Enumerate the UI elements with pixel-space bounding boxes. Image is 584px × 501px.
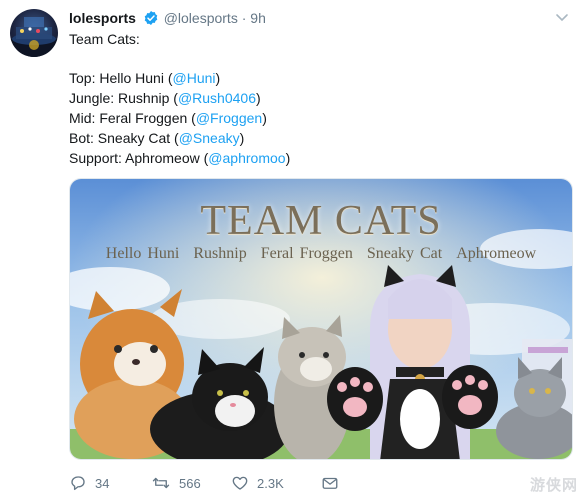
roster-line-support: Support: Aphromeow (@aphromoo) <box>69 149 290 167</box>
roster-close: ) <box>256 90 261 106</box>
media-name: Sneaky Cat <box>366 245 443 262</box>
verified-badge-icon <box>143 10 159 29</box>
roster-close: ) <box>239 130 245 146</box>
tweet-media-image[interactable]: TEAM CATS Hello Huni Rushnip Feral Frogg… <box>69 178 573 460</box>
roster-role: Top: Hello Huni ( <box>69 70 173 86</box>
tweet-timestamp[interactable]: 9h <box>250 10 266 26</box>
mention-link[interactable]: @Rush0406 <box>178 90 256 106</box>
roster-role: Jungle: Rushnip ( <box>69 90 178 106</box>
roster-close: ) <box>262 110 267 126</box>
roster-close: ) <box>215 70 221 86</box>
roster-line-jungle: Jungle: Rushnip (@Rush0406) <box>69 89 261 107</box>
roster-role: Mid: Feral Froggen ( <box>69 110 196 126</box>
retweet-icon <box>152 477 170 489</box>
tweet-actions: 34 566 2.3K <box>69 472 573 494</box>
author-handle[interactable]: @lolesports <box>164 10 238 26</box>
mention-link[interactable]: @Sneaky <box>179 130 240 146</box>
roster-line-bot: Bot: Sneaky Cat (@Sneaky) <box>69 129 244 147</box>
roster-role: Support: Aphromeow ( <box>69 150 209 166</box>
reply-count: 34 <box>95 475 110 491</box>
avatar[interactable] <box>10 9 58 57</box>
tweet-card: lolesports @lolesports · 9h Team Cats: T… <box>0 0 584 501</box>
media-name: Hello Huni <box>105 245 180 262</box>
mention-link[interactable]: @aphromoo <box>208 150 285 166</box>
chevron-down-icon[interactable] <box>555 10 569 29</box>
tweet-header: lolesports @lolesports · 9h <box>69 10 266 28</box>
message-button[interactable] <box>321 472 347 494</box>
roster-role: Bot: Sneaky Cat ( <box>69 130 179 146</box>
roster-close: ) <box>285 150 291 166</box>
author-name[interactable]: lolesports <box>69 10 136 26</box>
media-name: Rushnip <box>193 245 247 262</box>
like-count: 2.3K <box>257 475 284 491</box>
like-button[interactable]: 2.3K <box>231 472 284 494</box>
media-name: Feral Froggen <box>260 245 353 262</box>
tweet-intro: Team Cats: <box>69 31 140 47</box>
media-name: Aphromeow <box>456 245 537 262</box>
message-icon <box>322 477 338 489</box>
media-title: TEAM CATS <box>200 198 442 244</box>
roster-line-mid: Mid: Feral Froggen (@Froggen) <box>69 109 267 127</box>
like-icon <box>232 476 248 490</box>
mention-link[interactable]: @Froggen <box>196 110 262 126</box>
roster-line-top: Top: Hello Huni (@Huni) <box>69 69 220 87</box>
reply-icon <box>71 476 85 491</box>
separator-dot: · <box>241 10 247 26</box>
retweet-count: 566 <box>179 475 201 491</box>
retweet-button[interactable]: 566 <box>151 472 201 494</box>
media-names: Hello Huni Rushnip Feral Froggen Sneaky … <box>70 245 572 263</box>
reply-button[interactable]: 34 <box>69 472 109 494</box>
watermark: 游侠网 <box>529 476 578 494</box>
mention-link[interactable]: @Huni <box>173 70 216 86</box>
